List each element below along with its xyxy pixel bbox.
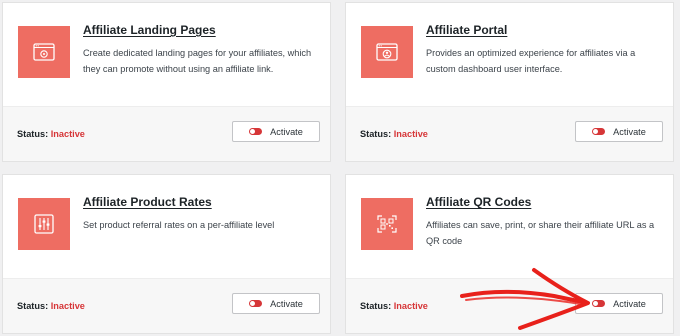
landing-page-icon: [18, 26, 70, 78]
status-text: Status: Inactive: [17, 301, 85, 311]
status-value: Inactive: [50, 129, 85, 139]
addon-title[interactable]: Affiliate QR Codes: [426, 195, 531, 209]
annotation-arrow-icon: [460, 268, 590, 330]
toggle-off-icon: [592, 128, 606, 135]
status-text: Status: Inactive: [360, 301, 428, 311]
activate-button[interactable]: Activate: [232, 121, 320, 142]
addon-description: Create dedicated landing pages for your …: [83, 48, 312, 74]
qr-code-icon: [361, 198, 413, 250]
addon-description: Provides an optimized experience for aff…: [426, 48, 636, 74]
addon-card-portal: Affiliate Portal Provides an optimized e…: [345, 2, 674, 162]
status-value: Inactive: [393, 129, 428, 139]
addon-description: Affiliates can save, print, or share the…: [426, 220, 655, 246]
addon-title[interactable]: Affiliate Product Rates: [83, 195, 212, 209]
activate-button[interactable]: Activate: [575, 121, 663, 142]
activate-button[interactable]: Activate: [232, 293, 320, 314]
portal-icon: [361, 26, 413, 78]
addon-description: Set product referral rates on a per-affi…: [83, 220, 275, 230]
status-label: Status:: [17, 301, 49, 311]
status-label: Status:: [360, 129, 392, 139]
status-value: Inactive: [393, 301, 428, 311]
addon-title[interactable]: Affiliate Landing Pages: [83, 23, 216, 37]
activate-label: Activate: [270, 298, 303, 309]
addon-card-landing-pages: Affiliate Landing Pages Create dedicated…: [2, 2, 331, 162]
status-text: Status: Inactive: [17, 129, 85, 139]
toggle-off-icon: [249, 300, 263, 307]
status-text: Status: Inactive: [360, 129, 428, 139]
addon-title[interactable]: Affiliate Portal: [426, 23, 507, 37]
activate-label: Activate: [270, 126, 303, 137]
addon-card-product-rates: Affiliate Product Rates Set product refe…: [2, 174, 331, 334]
activate-label: Activate: [613, 126, 646, 137]
status-value: Inactive: [50, 301, 85, 311]
sliders-icon: [18, 198, 70, 250]
toggle-off-icon: [249, 128, 263, 135]
status-label: Status:: [360, 301, 392, 311]
status-label: Status:: [17, 129, 49, 139]
activate-label: Activate: [613, 298, 646, 309]
